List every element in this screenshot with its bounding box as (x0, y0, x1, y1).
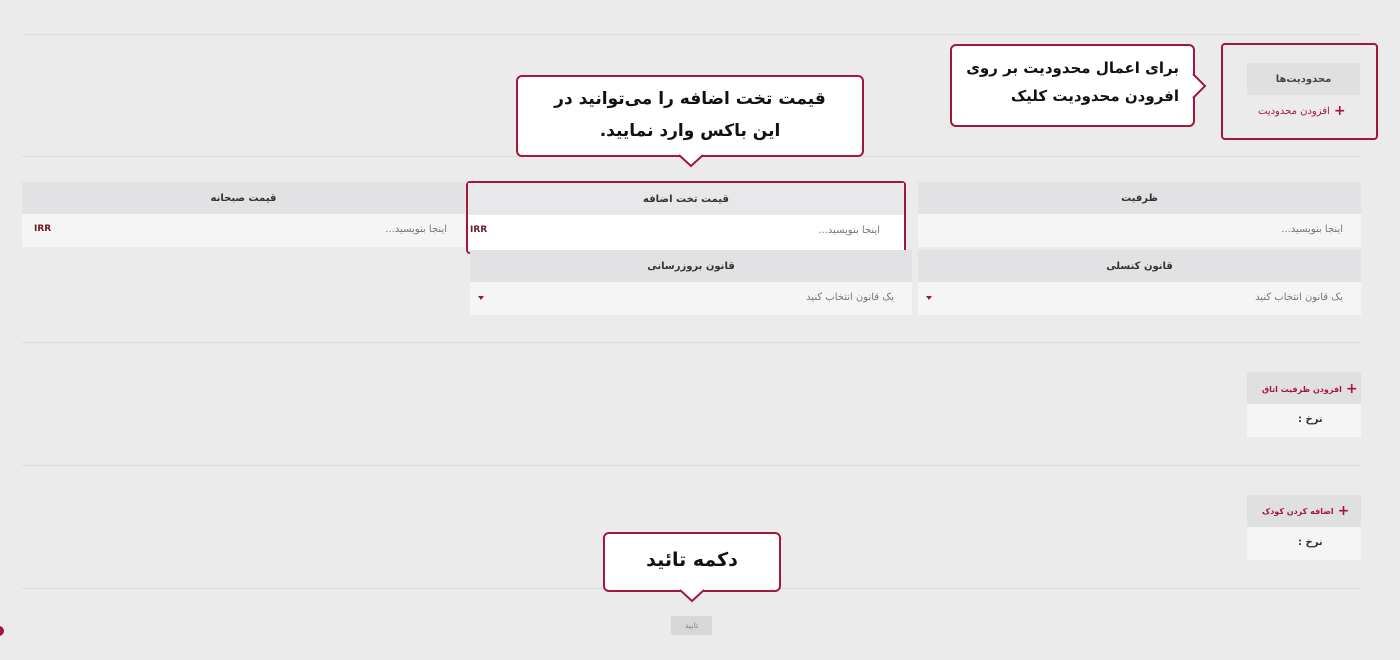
breakfast-label: قیمت صبحانه (22, 182, 465, 214)
chevron-down-icon (478, 296, 484, 300)
add-child-button[interactable]: + اضافه کردن کودک (1262, 504, 1349, 518)
consular-rule-placeholder: یک قانون انتخاب کنید (1255, 292, 1343, 303)
plus-icon: + (1345, 381, 1358, 397)
extra-bed-callout-line2: این باکس وارد نمایید. (599, 121, 781, 141)
consular-rule-select[interactable]: یک قانون انتخاب کنید (918, 282, 1361, 315)
room-capacity-rate-label: نرخ : (1298, 414, 1323, 425)
chevron-down-icon (926, 296, 932, 300)
add-restriction-button[interactable]: + افزودن محدودیت (1258, 104, 1346, 118)
confirm-callout-pointer (679, 589, 705, 603)
breakfast-placeholder: اینجا بنویسید... (385, 224, 447, 235)
add-child-label: اضافه کردن کودک (1262, 506, 1334, 516)
plus-icon: + (1337, 503, 1350, 519)
update-rule-label: قانون بروزرسانی (470, 250, 912, 282)
confirm-callout: دکمه تائید (603, 532, 781, 592)
restriction-callout-line2: افرودن محدودیت کلیک (1010, 87, 1179, 105)
extra-bed-callout-line1: قیمت تخت اضافه را می‌توانید در (554, 89, 826, 109)
extra-bed-callout-pointer (678, 154, 704, 168)
capacity-label: ظرفیت (918, 182, 1361, 214)
extra-bed-label: قیمت تخت اضافه (468, 183, 904, 215)
capacity-placeholder: اینجا بنویسید... (1281, 224, 1343, 235)
divider-top (22, 34, 1360, 35)
update-rule-placeholder: یک قانون انتخاب کنید (806, 292, 894, 303)
extra-bed-currency: IRR (470, 225, 488, 235)
restrictions-title: محدودیت‌ها (1247, 63, 1360, 95)
extra-bed-callout: قیمت تخت اضافه را می‌توانید در این باکس … (516, 75, 864, 157)
add-room-capacity-label: افزودن ظرفیت اتاق (1262, 384, 1342, 394)
add-restriction-label: افزودن محدودیت (1258, 105, 1330, 117)
restriction-callout-line1: برای اعمال محدودیت بر روی (966, 59, 1179, 77)
breakfast-currency: IRR (34, 224, 52, 234)
confirm-callout-text: دکمه تائید (646, 549, 738, 571)
extra-bed-placeholder: اینجا بنویسید... (818, 225, 880, 236)
child-rate-label: نرخ : (1298, 537, 1323, 548)
plus-icon: + (1333, 103, 1346, 119)
consular-rule-label: قانون کنسلی (918, 250, 1361, 282)
extra-bed-input[interactable]: اینجا بنویسید... IRR (468, 215, 904, 248)
divider-fields-bottom (22, 342, 1360, 343)
corner-badge (0, 626, 4, 636)
update-rule-select[interactable]: یک قانون انتخاب کنید (470, 282, 912, 315)
confirm-button[interactable]: تایید (671, 616, 712, 635)
capacity-input[interactable]: اینجا بنویسید... (918, 214, 1361, 247)
divider-room-capacity (22, 465, 1360, 466)
breakfast-input[interactable]: اینجا بنویسید... IRR (22, 214, 465, 247)
add-room-capacity-button[interactable]: + افزودن ظرفیت اتاق (1262, 382, 1358, 396)
restriction-callout: برای اعمال محدودیت بر روی افرودن محدودیت… (950, 44, 1195, 127)
restriction-callout-pointer (1192, 73, 1207, 99)
